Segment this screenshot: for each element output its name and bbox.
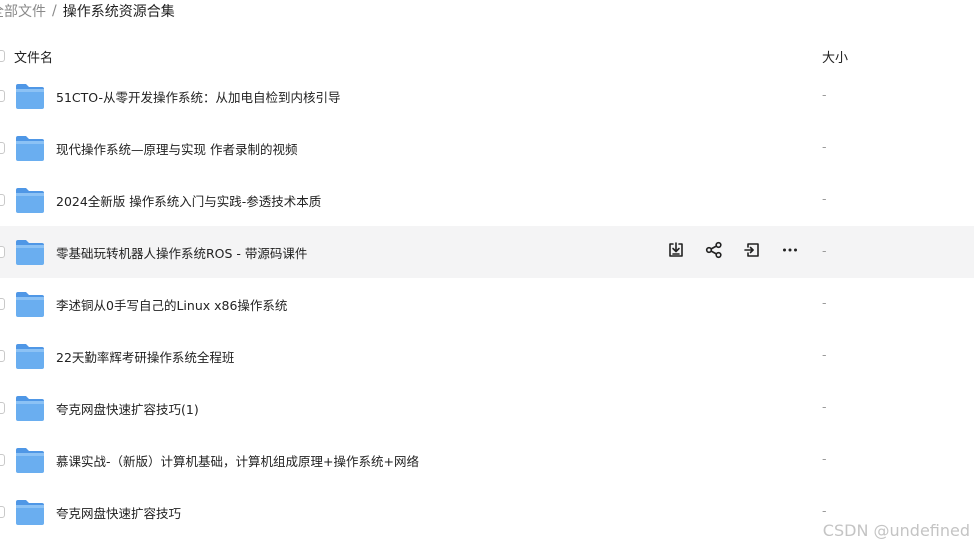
file-size: - (822, 139, 827, 154)
folder-icon (15, 498, 45, 526)
file-size: - (822, 451, 827, 466)
folder-icon (15, 394, 45, 422)
file-name[interactable]: 夸克网盘快速扩容技巧(1) (56, 399, 199, 418)
row-actions (664, 238, 802, 262)
row-checkbox[interactable] (0, 142, 5, 154)
row-checkbox[interactable] (0, 506, 5, 518)
file-name[interactable]: 现代操作系统—原理与实现 作者录制的视频 (56, 139, 297, 158)
row-checkbox[interactable] (0, 246, 5, 258)
file-size: - (822, 191, 827, 206)
row-checkbox[interactable] (0, 194, 5, 206)
file-size: - (822, 503, 827, 518)
file-size: - (822, 295, 827, 310)
folder-icon (15, 186, 45, 214)
folder-icon (15, 446, 45, 474)
more-icon[interactable] (778, 238, 802, 262)
table-row[interactable]: 2024全新版 操作系统入门与实践-参透技术本质 - (0, 174, 974, 226)
table-row[interactable]: 22天勤率辉考研操作系统全程班 - (0, 330, 974, 382)
file-browser-page: 全部文件 / 操作系统资源合集 文件名 大小 51CTO-从零开发操作系统：从加… (0, 0, 974, 548)
folder-icon (15, 238, 45, 266)
download-icon[interactable] (664, 238, 688, 262)
breadcrumb-root-link[interactable]: 全部文件 (0, 1, 46, 21)
file-name[interactable]: 慕课实战-（新版）计算机基础，计算机组成原理+操作系统+网络 (56, 451, 419, 470)
table-header: 文件名 大小 (0, 40, 974, 72)
table-row[interactable]: 慕课实战-（新版）计算机基础，计算机组成原理+操作系统+网络 - (0, 434, 974, 486)
table-row[interactable]: 李述铜从0手写自己的Linux x86操作系统 - (0, 278, 974, 330)
folder-icon (15, 134, 45, 162)
folder-icon (15, 82, 45, 110)
file-name[interactable]: 零基础玩转机器人操作系统ROS - 带源码课件 (56, 243, 307, 262)
move-icon[interactable] (740, 238, 764, 262)
row-checkbox[interactable] (0, 454, 5, 466)
select-all-checkbox[interactable] (0, 50, 5, 62)
file-size: - (822, 347, 827, 362)
table-row[interactable]: 51CTO-从零开发操作系统：从加电自检到内核引导 - (0, 70, 974, 122)
file-name[interactable]: 2024全新版 操作系统入门与实践-参透技术本质 (56, 191, 321, 210)
file-name[interactable]: 22天勤率辉考研操作系统全程班 (56, 347, 234, 366)
file-size: - (822, 243, 827, 258)
share-icon[interactable] (702, 238, 726, 262)
row-checkbox[interactable] (0, 402, 5, 414)
table-row[interactable]: 夸克网盘快速扩容技巧(1) - (0, 382, 974, 434)
file-list: 51CTO-从零开发操作系统：从加电自检到内核引导 - 现代操作系统—原理与实现 作… (0, 70, 974, 538)
file-name[interactable]: 夸克网盘快速扩容技巧 (56, 503, 181, 522)
table-row[interactable]: 零基础玩转机器人操作系统ROS - 带源码课件 - (0, 226, 974, 278)
table-row[interactable]: 现代操作系统—原理与实现 作者录制的视频 - (0, 122, 974, 174)
folder-icon (15, 342, 45, 370)
file-name[interactable]: 51CTO-从零开发操作系统：从加电自检到内核引导 (56, 87, 340, 106)
breadcrumb-separator: / (52, 3, 57, 19)
row-checkbox[interactable] (0, 90, 5, 102)
breadcrumb-current: 操作系统资源合集 (62, 4, 175, 20)
column-header-size[interactable]: 大小 (822, 47, 848, 66)
file-size: - (822, 87, 827, 102)
file-name[interactable]: 李述铜从0手写自己的Linux x86操作系统 (56, 295, 287, 314)
watermark: CSDN @undefined (822, 521, 970, 540)
row-checkbox[interactable] (0, 350, 5, 362)
folder-icon (15, 290, 45, 318)
breadcrumb: 全部文件 / 操作系统资源合集 (0, 0, 175, 22)
row-checkbox[interactable] (0, 298, 5, 310)
file-size: - (822, 399, 827, 414)
column-header-name[interactable]: 文件名 (14, 47, 53, 66)
